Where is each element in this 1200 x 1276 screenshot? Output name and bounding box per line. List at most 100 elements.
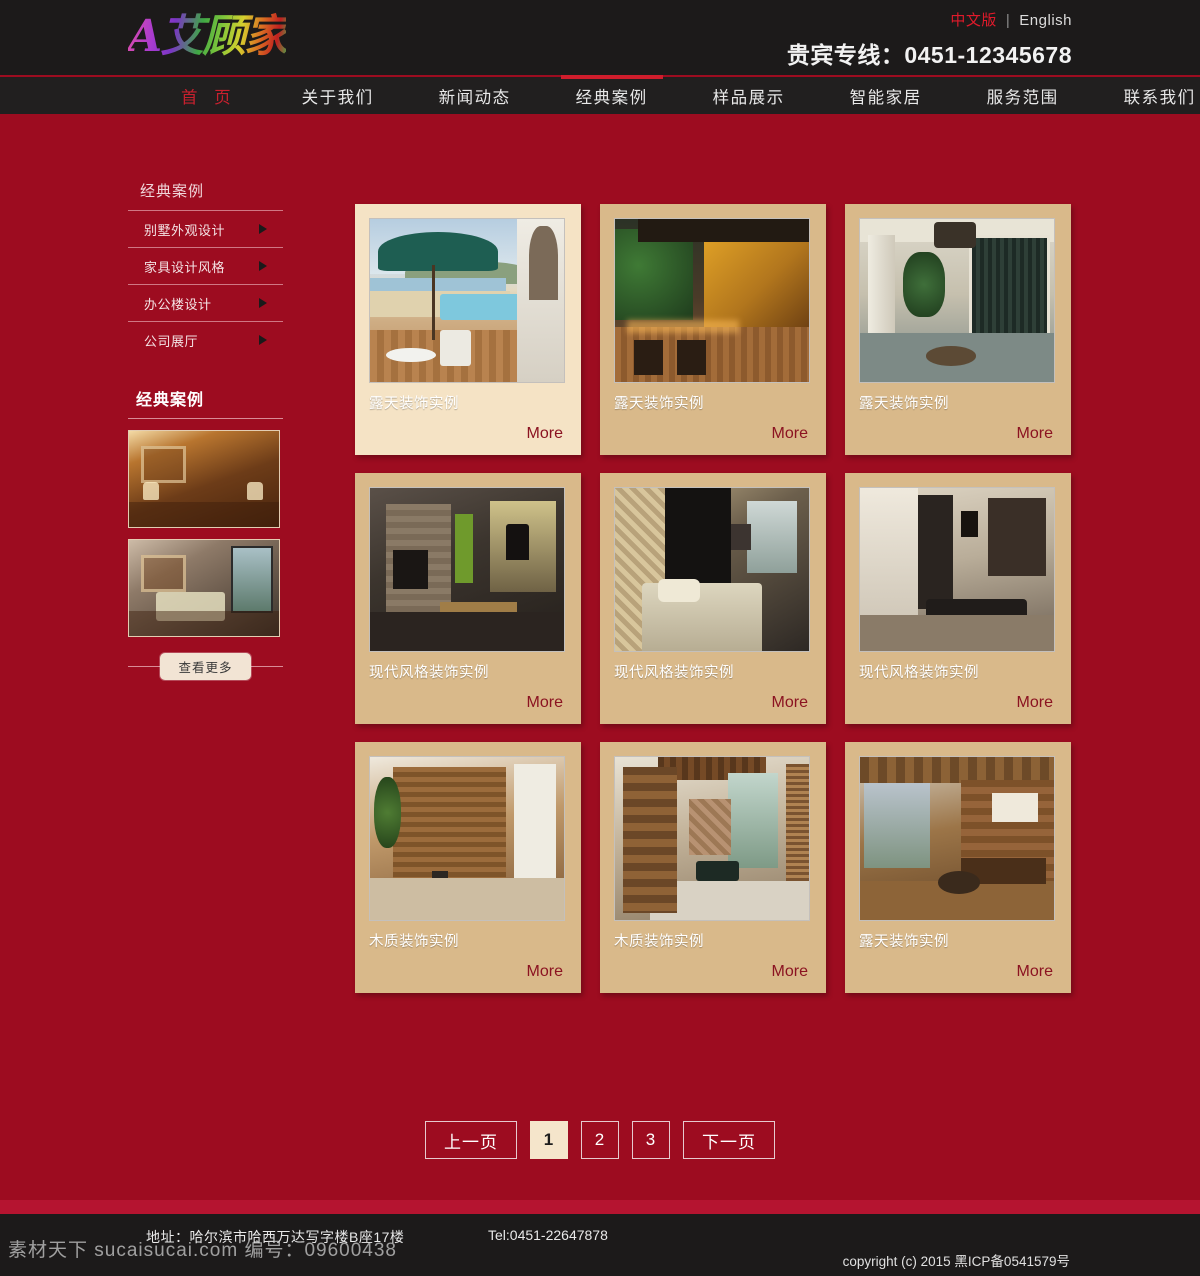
pagination: 上一页 1 2 3 下一页 bbox=[0, 1121, 1200, 1159]
chevron-right-icon bbox=[259, 224, 267, 234]
sidebar-item-label: 公司展厅 bbox=[144, 333, 199, 349]
case-card[interactable]: 木质装饰实例 More bbox=[600, 742, 826, 993]
photo-modern-dining bbox=[370, 488, 564, 651]
chevron-right-icon bbox=[259, 261, 267, 271]
site-footer: 地址：哈尔滨市哈西万达写字楼B座17楼 Tel:0451-22647878 co… bbox=[0, 1214, 1200, 1276]
case-card[interactable]: 现代风格装饰实例 More bbox=[845, 473, 1071, 724]
nav-item-smart-home[interactable]: 智能家居 bbox=[829, 77, 943, 114]
view-more-button[interactable]: 查看更多 bbox=[160, 652, 251, 680]
case-thumbnail[interactable] bbox=[614, 756, 810, 921]
photo-wood-slat-room bbox=[370, 757, 564, 920]
sidebar-item-office-building[interactable]: 办公楼设计 bbox=[128, 285, 283, 321]
sidebar-item-furniture-style[interactable]: 家具设计风格 bbox=[128, 248, 283, 284]
nav-item-services[interactable]: 服务范围 bbox=[966, 77, 1080, 114]
sidebar-thumbnail-1[interactable] bbox=[128, 430, 280, 528]
main-navigation-bar: 首 页 关于我们 新闻动态 经典案例 样品展示 智能家居 服务范围 联系我们 bbox=[0, 75, 1200, 118]
chevron-right-icon bbox=[259, 335, 267, 345]
chevron-right-icon bbox=[259, 298, 267, 308]
case-more-link[interactable]: More bbox=[772, 425, 808, 443]
decor-frame bbox=[141, 555, 186, 592]
case-thumbnail[interactable] bbox=[369, 487, 565, 652]
case-thumbnail[interactable] bbox=[859, 218, 1055, 383]
sidebar: 别墅外观设计 家具设计风格 办公楼设计 公司展厅 经典案例 查看更多 bbox=[128, 210, 283, 680]
case-title: 露天装饰实例 bbox=[614, 396, 704, 412]
nav-item-cases[interactable]: 经典案例 bbox=[555, 75, 669, 114]
case-card[interactable]: 现代风格装饰实例 More bbox=[355, 473, 581, 724]
divider bbox=[128, 418, 283, 419]
decor-floor bbox=[129, 611, 279, 636]
logo-text: A艾顾家 bbox=[128, 8, 288, 66]
case-thumbnail[interactable] bbox=[369, 218, 565, 383]
main-navigation: 首 页 关于我们 新闻动态 经典案例 样品展示 智能家居 服务范围 联系我们 bbox=[0, 75, 1200, 114]
case-thumbnail[interactable] bbox=[859, 487, 1055, 652]
photo-balcony-garden bbox=[860, 219, 1054, 382]
case-more-link[interactable]: More bbox=[772, 963, 808, 981]
case-card[interactable]: 露天装饰实例 More bbox=[845, 204, 1071, 455]
footer-copyright: copyright (c) 2015 黑ICP备0541579号 bbox=[842, 1254, 1070, 1269]
case-more-link[interactable]: More bbox=[527, 963, 563, 981]
case-title: 露天装饰实例 bbox=[369, 396, 459, 412]
case-thumbnail[interactable] bbox=[859, 756, 1055, 921]
case-card[interactable]: 露天装饰实例 More bbox=[355, 204, 581, 455]
case-thumbnail[interactable] bbox=[614, 218, 810, 383]
lang-english-link[interactable]: English bbox=[1019, 12, 1072, 29]
photo-wood-wall-lounge bbox=[860, 757, 1054, 920]
photo-corridor-sofa bbox=[860, 488, 1054, 651]
photo-deck-pavilion bbox=[615, 219, 809, 382]
photo-outdoor-pool bbox=[370, 219, 564, 382]
case-more-link[interactable]: More bbox=[527, 694, 563, 712]
footer-address: 地址：哈尔滨市哈西万达写字楼B座17楼 bbox=[146, 1229, 405, 1245]
hotline-text: 贵宾专线：0451-12345678 bbox=[786, 42, 1072, 68]
page-content: 经典案例 别墅外观设计 家具设计风格 办公楼设计 公司展厅 经典案例 查看更多 … bbox=[0, 118, 1200, 1200]
case-title: 现代风格装饰实例 bbox=[369, 665, 489, 681]
sidebar-item-label: 别墅外观设计 bbox=[144, 222, 226, 238]
pagination-page-2[interactable]: 2 bbox=[581, 1121, 619, 1159]
case-card[interactable]: 现代风格装饰实例 More bbox=[600, 473, 826, 724]
breadcrumb: 经典案例 bbox=[140, 183, 205, 200]
sidebar-item-label: 办公楼设计 bbox=[144, 296, 212, 312]
photo-staircase-atrium bbox=[615, 757, 809, 920]
sidebar-heading: 经典案例 bbox=[136, 392, 205, 409]
sidebar-item-villa-exterior[interactable]: 别墅外观设计 bbox=[128, 211, 283, 247]
sidebar-category-list: 别墅外观设计 家具设计风格 办公楼设计 公司展厅 bbox=[128, 210, 283, 358]
case-more-link[interactable]: More bbox=[1017, 425, 1053, 443]
case-thumbnail[interactable] bbox=[369, 756, 565, 921]
decor-lamp bbox=[246, 482, 263, 501]
sidebar-more-row: 查看更多 bbox=[128, 652, 283, 680]
sidebar-item-showroom[interactable]: 公司展厅 bbox=[128, 322, 283, 358]
decor-window bbox=[231, 545, 273, 613]
case-more-link[interactable]: More bbox=[772, 694, 808, 712]
footer-accent-bar bbox=[0, 1200, 1200, 1214]
site-header: A艾顾家 中文版 | English 贵宾专线：0451-12345678 bbox=[0, 0, 1200, 75]
nav-item-home[interactable]: 首 页 bbox=[160, 77, 258, 114]
decor-floor bbox=[129, 502, 279, 527]
pagination-next-button[interactable]: 下一页 bbox=[683, 1121, 775, 1159]
case-more-link[interactable]: More bbox=[527, 425, 563, 443]
lang-chinese-link[interactable]: 中文版 bbox=[950, 12, 997, 29]
nav-item-news[interactable]: 新闻动态 bbox=[418, 77, 532, 114]
site-logo[interactable]: A艾顾家 bbox=[128, 8, 318, 66]
pagination-page-1[interactable]: 1 bbox=[530, 1121, 568, 1159]
page-root: A艾顾家 中文版 | English 贵宾专线：0451-12345678 首 页 … bbox=[0, 0, 1200, 1276]
case-title: 露天装饰实例 bbox=[859, 934, 949, 950]
case-title: 木质装饰实例 bbox=[369, 934, 459, 950]
case-more-link[interactable]: More bbox=[1017, 963, 1053, 981]
case-card[interactable]: 木质装饰实例 More bbox=[355, 742, 581, 993]
nav-item-contact[interactable]: 联系我们 bbox=[1103, 77, 1200, 114]
case-card[interactable]: 露天装饰实例 More bbox=[845, 742, 1071, 993]
nav-item-about[interactable]: 关于我们 bbox=[281, 77, 395, 114]
sidebar-thumbnail-2[interactable] bbox=[128, 539, 280, 637]
language-switcher: 中文版 | English bbox=[950, 9, 1072, 30]
case-title: 现代风格装饰实例 bbox=[614, 665, 734, 681]
case-gallery-grid: 露天装饰实例 More 露天装饰实例 More 露天装饰实例 More 现代风格… bbox=[355, 204, 1071, 993]
lang-separator: | bbox=[1005, 12, 1011, 29]
case-title: 现代风格装饰实例 bbox=[859, 665, 979, 681]
case-more-link[interactable]: More bbox=[1017, 694, 1053, 712]
pagination-prev-button[interactable]: 上一页 bbox=[425, 1121, 517, 1159]
decor-lamp bbox=[142, 482, 159, 501]
nav-item-samples[interactable]: 样品展示 bbox=[692, 77, 806, 114]
case-title: 木质装饰实例 bbox=[614, 934, 704, 950]
case-thumbnail[interactable] bbox=[614, 487, 810, 652]
pagination-page-3[interactable]: 3 bbox=[632, 1121, 670, 1159]
case-card[interactable]: 露天装饰实例 More bbox=[600, 204, 826, 455]
